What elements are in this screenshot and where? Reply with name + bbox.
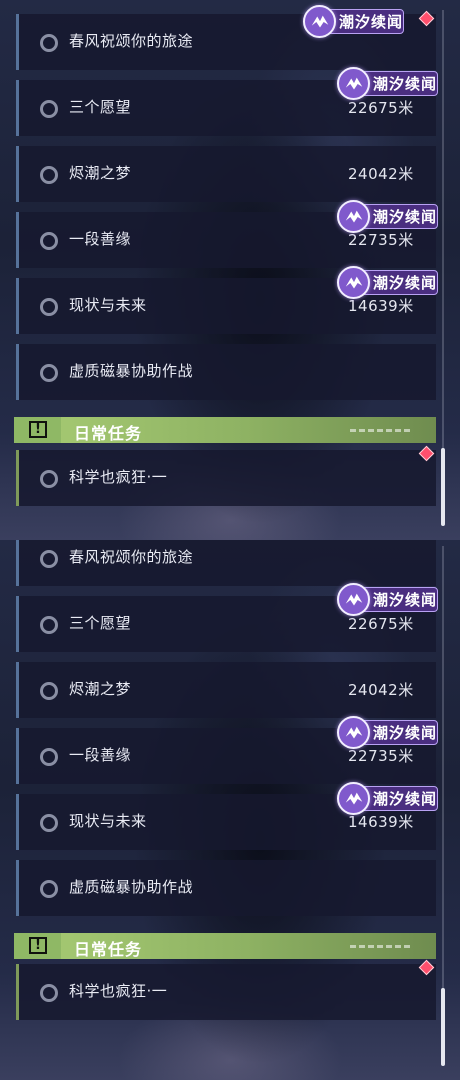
section-title: 日常任务 [74,940,143,959]
scrollbar-thumb[interactable] [441,448,445,526]
header-decoration [350,945,412,948]
quest-title: 春风祝颂你的旅途 [69,548,194,566]
radio-circle-icon [40,550,58,568]
badge-label: 潮汐续闻 [339,13,404,31]
tidal-tag-badge: 潮汐续闻 [337,716,438,749]
tidal-tag-badge: 潮汐续闻 [337,266,438,299]
quest-title: 科学也疯狂·一 [69,982,168,1000]
quest-title: 虚质磁暴协助作战 [69,878,194,896]
radio-circle-icon [40,100,58,118]
quest-distance: 24042米 [348,165,414,183]
quest-row[interactable]: 虚质磁暴协助作战 [16,860,436,916]
tidal-emblem-icon [337,716,370,749]
warning-tab: ! [14,417,61,443]
quest-title: 春风祝颂你的旅途 [69,32,194,50]
tidal-emblem-icon [337,782,370,815]
warning-tab: ! [14,933,61,959]
radio-circle-icon [40,984,58,1002]
tidal-tag-badge: 潮汐续闻 [337,200,438,233]
quest-title: 现状与未来 [69,296,147,314]
radio-circle-icon [40,880,58,898]
quest-title: 烬潮之梦 [69,164,132,182]
radio-circle-icon [40,814,58,832]
quest-title: 一段善缘 [69,230,132,248]
daily-section-header: ! 日常任务 [14,417,436,443]
tidal-emblem-icon [337,200,370,233]
tidal-tag-badge: 潮汐续闻 [337,782,438,815]
quest-title: 三个愿望 [69,98,132,116]
quest-distance: 22675米 [348,99,414,117]
daily-quest-row[interactable]: 科学也疯狂·一 [16,964,436,1020]
radio-circle-icon [40,748,58,766]
scrollbar-track[interactable] [442,546,444,1064]
badge-label: 潮汐续闻 [373,75,438,93]
quest-title: 科学也疯狂·一 [69,468,168,486]
radio-circle-icon [40,616,58,634]
tidal-tag-badge: 潮汐续闻 [337,67,438,100]
quest-row[interactable]: 虚质磁暴协助作战 [16,344,436,400]
section-title: 日常任务 [74,424,143,443]
radio-circle-icon [40,298,58,316]
quest-title: 烬潮之梦 [69,680,132,698]
radio-circle-icon [40,166,58,184]
scrollbar-thumb[interactable] [441,988,445,1066]
tidal-emblem-icon [337,266,370,299]
tidal-tag-badge: 潮汐续闻 [303,5,404,38]
quest-title: 现状与未来 [69,812,147,830]
badge-label: 潮汐续闻 [373,208,438,226]
radio-circle-icon [40,470,58,488]
tidal-emblem-icon [337,583,370,616]
warning-icon: ! [29,937,47,954]
quest-distance: 22675米 [348,615,414,633]
badge-label: 潮汐续闻 [373,724,438,742]
header-decoration [350,429,412,432]
quest-title: 三个愿望 [69,614,132,632]
radio-circle-icon [40,364,58,382]
radio-circle-icon [40,34,58,52]
daily-quest-row[interactable]: 科学也疯狂·一 [16,450,436,506]
tidal-tag-badge: 潮汐续闻 [337,583,438,616]
quest-title: 一段善缘 [69,746,132,764]
quest-title: 虚质磁暴协助作战 [69,362,194,380]
badge-label: 潮汐续闻 [373,591,438,609]
quest-panel-top: 春风祝颂你的旅途 潮汐续闻 三个愿望 22675米 潮汐续闻 烬潮之梦 2404… [0,0,460,540]
radio-circle-icon [40,232,58,250]
badge-label: 潮汐续闻 [373,790,438,808]
radio-circle-icon [40,682,58,700]
tidal-emblem-icon [337,67,370,100]
tidal-emblem-icon [303,5,336,38]
quest-row[interactable]: 烬潮之梦 24042米 [16,662,436,718]
quest-panel-bottom: 春风祝颂你的旅途 三个愿望 22675米 潮汐续闻 烬潮之梦 24042米 一段… [0,540,460,1080]
quest-row[interactable]: 烬潮之梦 24042米 [16,146,436,202]
daily-section-header: ! 日常任务 [14,933,436,959]
quest-distance: 24042米 [348,681,414,699]
badge-label: 潮汐续闻 [373,274,438,292]
quest-row[interactable]: 春风祝颂你的旅途 [16,540,436,586]
warning-icon: ! [29,421,47,438]
